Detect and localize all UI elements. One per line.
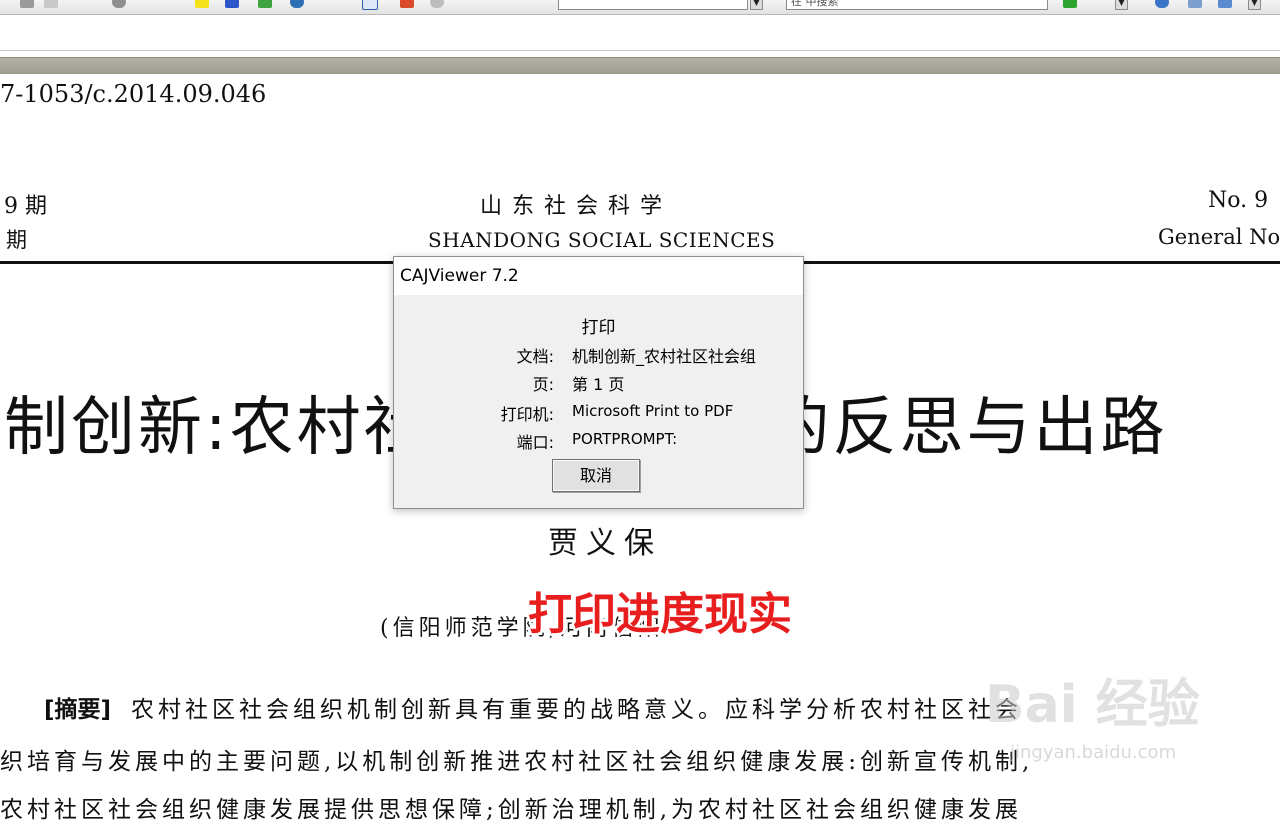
navigation-dropdown-icon[interactable]: ▼ — [750, 0, 763, 10]
general-number-right: General No. 2 — [1158, 225, 1280, 249]
abstract-tag: [摘要] — [44, 697, 112, 723]
pen-icon[interactable] — [400, 0, 414, 8]
page-icon[interactable] — [44, 0, 58, 8]
find-icon[interactable] — [1188, 0, 1202, 8]
print-progress-dialog: CAJViewer 7.2 打印 文档: 机制创新_农村社区社会组 页: 第 1… — [393, 256, 804, 509]
port-label: 端口: — [516, 433, 554, 452]
abstract-line-2: 织培育与发展中的主要问题,以机制创新推进农村社区社会组织健康发展:创新宣传机制, — [0, 749, 1034, 775]
printer-value: Microsoft Print to PDF — [572, 402, 734, 420]
dialog-titlebar[interactable]: CAJViewer 7.2 — [394, 257, 803, 295]
abstract-text-1: 农村社区社会组织机制创新具有重要的战略意义。应科学分析农村社区社会 — [131, 697, 1023, 723]
search-dropdown-icon[interactable]: ▼ — [1115, 0, 1128, 10]
dialog-title: CAJViewer 7.2 — [400, 266, 519, 286]
document-value: 机制创新_农村社区社会组 — [572, 347, 757, 366]
journal-name-en: SHANDONG SOCIAL SCIENCES — [428, 228, 776, 252]
help-icon[interactable] — [1155, 0, 1169, 8]
toolbar-divider — [0, 50, 1280, 51]
toolbar-overflow-icon[interactable]: ▼ — [1248, 0, 1261, 10]
baidu-watermark-url: jingyan.baidu.com — [1010, 742, 1177, 763]
toolbar-blank-area — [0, 15, 1280, 51]
print-icon[interactable] — [20, 0, 34, 8]
note-icon[interactable] — [362, 0, 378, 10]
zoom-icon[interactable] — [112, 0, 126, 8]
app-toolbar: ▼ 在 中搜索 ▼ ▼ — [0, 0, 1280, 15]
search-input[interactable]: 在 中搜索 — [786, 0, 1048, 10]
abstract-line-1: [摘要] 农村社区社会组织机制创新具有重要的战略意义。应科学分析农村社区社会 — [44, 690, 1022, 724]
page-label: 页: — [532, 375, 554, 394]
image-select-icon[interactable] — [258, 0, 272, 8]
navigation-combo[interactable] — [558, 0, 748, 10]
highlight-icon[interactable] — [195, 0, 209, 8]
abstract-line-3: 农村社区社会组织健康发展提供思想保障;创新治理机制,为农村社区社会组织健康发展 — [0, 797, 1023, 823]
document-frame-border — [0, 57, 1280, 74]
issue-number-left: 9 期 — [4, 194, 47, 219]
search-go-icon[interactable] — [1063, 0, 1077, 8]
article-author: 贾义保 — [548, 526, 662, 561]
document-label: 文档: — [516, 347, 554, 366]
dialog-heading: 打印 — [581, 318, 616, 338]
journal-name-cn: 山东社会科学 — [480, 194, 673, 219]
issue-general-left: 期 — [6, 228, 27, 252]
printer-label: 打印机: — [500, 405, 554, 424]
text-select-icon[interactable] — [225, 0, 239, 8]
port-value: PORTPROMPT: — [572, 430, 678, 448]
globe-icon[interactable] — [290, 0, 304, 8]
page-value: 第 1 页 — [572, 375, 625, 394]
back-icon[interactable] — [430, 0, 444, 8]
issue-number-right: No. 9 — [1208, 188, 1269, 213]
doi-text: 7-1053/c.2014.09.046 — [0, 80, 267, 108]
baidu-watermark: Bai 经验 — [985, 675, 1200, 735]
window-icon[interactable] — [1218, 0, 1232, 8]
cancel-button[interactable]: 取消 — [552, 459, 640, 492]
overlay-caption: 打印进度现实 — [528, 589, 792, 640]
